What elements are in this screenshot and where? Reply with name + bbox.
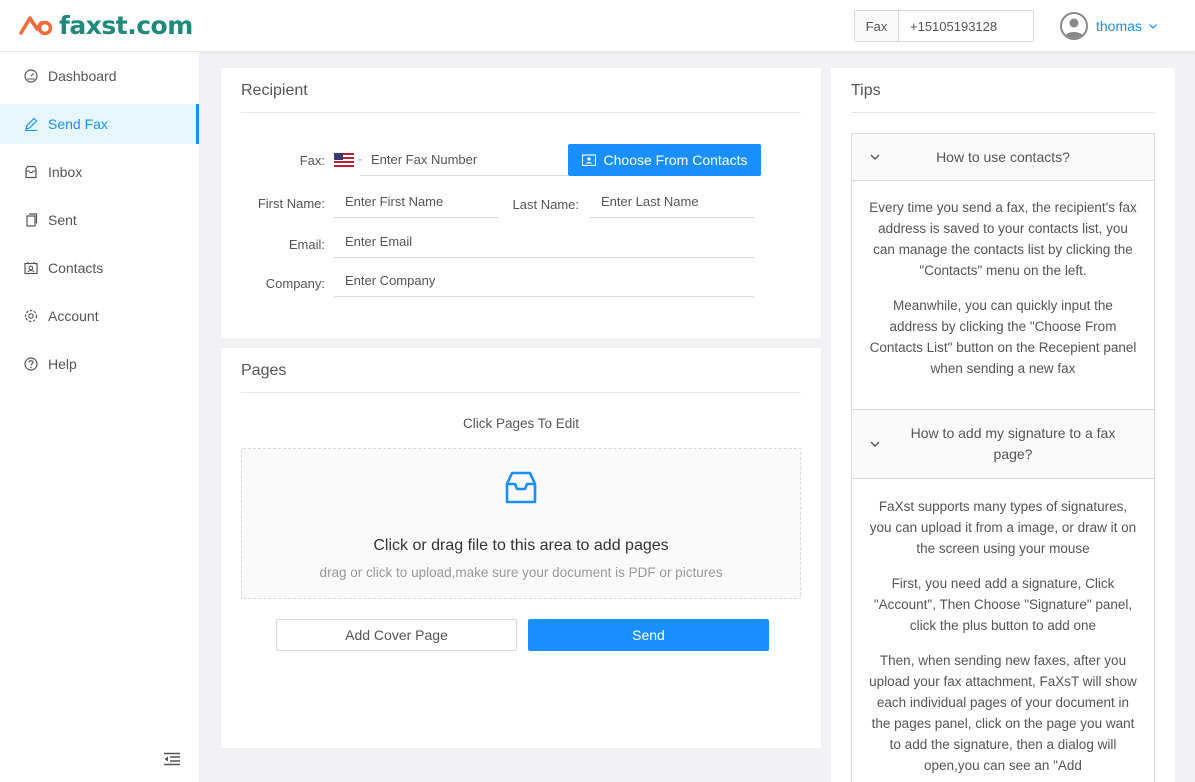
sidebar-item-help[interactable]: Help — [0, 344, 199, 384]
inbox-icon — [24, 165, 38, 179]
sidebar-item-label: Inbox — [48, 164, 83, 180]
tips-paragraph: FaXst supports many types of signatures,… — [869, 499, 1137, 556]
send-button[interactable]: Send — [528, 619, 769, 651]
tips-question-label: How to use contacts? — [936, 149, 1070, 165]
sidebar-item-sent[interactable]: Sent — [0, 200, 199, 240]
sidebar-item-label: Sent — [48, 212, 77, 228]
tips-collapse: How to use contacts? Every time you send… — [851, 133, 1155, 782]
user-icon — [1064, 18, 1084, 38]
tips-answer-contacts: Every time you send a fax, the recipient… — [852, 181, 1154, 410]
sidebar-item-contacts[interactable]: Contacts — [0, 248, 199, 288]
add-cover-page-button[interactable]: Add Cover Page — [276, 619, 517, 651]
brand-name: faxst.com — [59, 11, 193, 40]
header-fax-number-field: Fax +15105193128 — [854, 10, 1034, 42]
last-name-input[interactable]: Enter Last Name — [590, 186, 754, 218]
company-label: Company: — [265, 276, 325, 291]
tips-card: Tips How to use contacts? Every time you… — [831, 68, 1175, 782]
fax-number-input[interactable]: Enter Fax Number — [360, 144, 568, 176]
divider — [851, 112, 1155, 113]
sidebar-item-label: Contacts — [48, 260, 104, 276]
header-fax-label: Fax — [855, 11, 899, 41]
chevron-down-icon — [870, 441, 880, 447]
choose-from-contacts-button[interactable]: Choose From Contacts — [568, 144, 761, 176]
pages-card: Pages Click Pages To Edit Click or drag … — [221, 348, 821, 748]
inbox-upload-icon — [505, 471, 537, 504]
first-name-input[interactable]: Enter First Name — [334, 186, 498, 218]
tips-paragraph: Every time you send a fax, the recipient… — [869, 200, 1137, 278]
user-menu[interactable]: thomas — [1060, 12, 1158, 40]
sidebar-item-dashboard[interactable]: Dashboard — [0, 56, 199, 96]
tips-paragraph: Meanwhile, you can quickly input the add… — [869, 298, 1137, 376]
dashboard-icon — [24, 69, 38, 83]
chevron-down-icon — [870, 154, 880, 160]
sidebar-item-label: Help — [48, 356, 77, 372]
brand-logo[interactable]: faxst.com — [19, 12, 193, 40]
top-header: faxst.com Fax +15105193128 thomas — [0, 0, 1195, 52]
tips-question-label: How to add my signature to a fax page? — [910, 425, 1116, 462]
recipient-title: Recipient — [241, 82, 308, 99]
menu-fold-button[interactable] — [163, 752, 181, 766]
avatar — [1060, 12, 1088, 40]
first-name-label: First Name: — [257, 196, 325, 211]
choose-from-contacts-label: Choose From Contacts — [603, 152, 748, 168]
divider — [241, 112, 801, 113]
user-name: thomas — [1096, 18, 1142, 34]
sidebar-item-label: Send Fax — [48, 116, 108, 132]
contacts-card-icon — [581, 154, 596, 166]
upload-hint: drag or click to upload,make sure your d… — [319, 565, 723, 580]
email-input[interactable]: Enter Email — [334, 226, 754, 258]
sidebar-item-inbox[interactable]: Inbox — [0, 152, 199, 192]
faxst-logo-icon — [19, 16, 53, 36]
question-circle-icon — [24, 357, 38, 371]
tips-answer-signature: FaXst supports many types of signatures,… — [852, 479, 1154, 776]
sidebar: Dashboard Send Fax Inbox Sent Contacts A… — [0, 52, 200, 782]
tips-question-contacts[interactable]: How to use contacts? — [852, 134, 1154, 181]
tips-question-signature[interactable]: How to add my signature to a fax page? — [852, 410, 1154, 479]
email-label: Email: — [288, 237, 325, 252]
menu-fold-icon — [164, 752, 180, 766]
fax-label: Fax: — [299, 153, 325, 168]
pages-hint: Click Pages To Edit — [462, 416, 580, 431]
chevron-down-icon — [1148, 24, 1157, 29]
sidebar-item-send-fax[interactable]: Send Fax — [0, 104, 199, 144]
pages-title: Pages — [241, 362, 287, 379]
tips-paragraph: First, you need add a signature, Click "… — [873, 576, 1133, 633]
tips-paragraph: Then, when sending new faxes, after you … — [869, 653, 1137, 773]
recipient-card: Recipient Fax: Enter Fax Number Choose F… — [221, 68, 821, 338]
contacts-icon — [24, 261, 38, 275]
copy-icon — [24, 213, 38, 227]
sidebar-item-label: Account — [48, 308, 99, 324]
upload-dropzone[interactable]: Click or drag file to this area to add p… — [241, 448, 801, 599]
edit-icon — [24, 117, 38, 131]
setting-icon — [24, 309, 38, 323]
sidebar-item-account[interactable]: Account — [0, 296, 199, 336]
company-input[interactable]: Enter Company — [334, 265, 754, 297]
tips-title: Tips — [851, 82, 881, 99]
divider — [241, 392, 801, 393]
sidebar-item-label: Dashboard — [48, 68, 117, 84]
last-name-label: Last Name: — [512, 197, 579, 212]
upload-title: Click or drag file to this area to add p… — [373, 537, 669, 554]
header-fax-number: +15105193128 — [910, 18, 998, 34]
